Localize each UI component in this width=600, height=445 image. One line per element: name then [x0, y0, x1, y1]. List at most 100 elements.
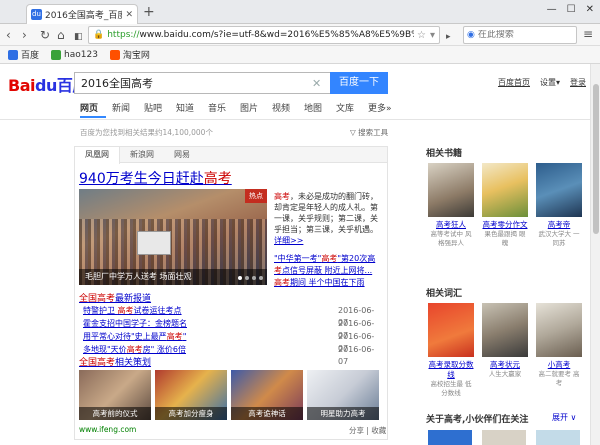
- latest-reports-link[interactable]: 全国高考最新报道: [79, 291, 151, 304]
- book-title: 高考帝: [547, 220, 571, 229]
- news-title-link[interactable]: 霍金支招中国学子：金榜题名: [83, 318, 187, 330]
- link-login[interactable]: 登录: [570, 77, 586, 88]
- carousel-dot[interactable]: [238, 276, 242, 280]
- vertical-scrollbar[interactable]: [590, 64, 600, 445]
- feature-thumb[interactable]: 高考诡神话: [231, 370, 303, 420]
- link-baidu-home[interactable]: 百度首页: [498, 77, 530, 88]
- browser-search-box[interactable]: ◉: [463, 26, 577, 44]
- news-text: 霍金支招中国学子：: [83, 319, 155, 328]
- url-text[interactable]: https://www.baidu.com/s?ie=utf-8&wd=2016…: [107, 30, 414, 40]
- tab-netease[interactable]: 网易: [164, 147, 200, 162]
- search-tools-button[interactable]: ▽ 搜索工具: [350, 127, 388, 138]
- feature-thumb[interactable]: 高考加分瘦身: [155, 370, 227, 420]
- related-link-1[interactable]: "中华第一考"高考"第20次高: [274, 253, 375, 264]
- tab-wenku[interactable]: 文库: [336, 100, 368, 118]
- tab-video[interactable]: 视频: [272, 100, 304, 118]
- summary-highlight: 高考: [274, 192, 290, 201]
- url-path: www.baidu.com/s?ie=utf-8&wd=2016%E5%85%A…: [139, 30, 414, 40]
- tab-sina[interactable]: 新浪网: [120, 147, 164, 162]
- browser-search-input[interactable]: [477, 30, 558, 40]
- word-item[interactable]: 小高考 高二就要考 高考: [536, 303, 582, 388]
- shield-icon[interactable]: ◧: [74, 29, 83, 45]
- tabs-divider: [0, 119, 590, 120]
- address-bar[interactable]: 🔒 https://www.baidu.com/s?ie=utf-8&wd=20…: [88, 26, 440, 44]
- tab-music[interactable]: 音乐: [208, 100, 240, 118]
- funnel-icon: ▽: [350, 128, 356, 137]
- carousel-dots[interactable]: [238, 276, 263, 280]
- share-collect-links[interactable]: 分享 | 收藏: [349, 425, 386, 436]
- tab-news[interactable]: 新闻: [112, 100, 144, 118]
- news-text: 房" 涨价6倍: [142, 345, 186, 354]
- link-settings[interactable]: 设置▾: [540, 77, 560, 88]
- search-engine-logo-icon: ◉: [467, 30, 475, 40]
- bookmarks-bar: 百度 hao123 淘宝网: [0, 46, 600, 64]
- expand-button[interactable]: 展开 ∨: [552, 412, 576, 423]
- book-title: 高考狂人: [436, 220, 466, 229]
- book-item[interactable]: 高考零分作文 果色最跟揭 眼魄: [482, 163, 528, 248]
- tab-bar: du 2016全国高考_百度搜索 ✕ + — ☐ ✕: [0, 0, 600, 24]
- word-item[interactable]: 高考录取分数线 高校招生最 低分数线: [428, 303, 474, 398]
- carousel-dot[interactable]: [259, 276, 263, 280]
- news-row: 用平常心对待"史上最严高考" 2016-06-07: [83, 331, 383, 353]
- card-summary: 高考，未必是成功的翻门砖，却肯定是年轻人的成人礼。第一课，关乎规则；第二课，关乎…: [274, 191, 384, 246]
- book-item[interactable]: 高考狂人 高等考试中 风格强异人: [428, 163, 474, 248]
- browser-tab[interactable]: du 2016全国高考_百度搜索 ✕: [26, 4, 138, 24]
- tab-close-icon[interactable]: ✕: [125, 10, 133, 20]
- tab-web[interactable]: 网页: [80, 100, 106, 118]
- news-title-link[interactable]: 特警护卫 高考试卷运往考点: [83, 305, 182, 317]
- book-item[interactable]: 高考帝 武汉大学大 一同苏: [536, 163, 582, 248]
- bookmark-taobao[interactable]: 淘宝网: [109, 48, 150, 61]
- result-count: 百度为您找到相关结果约14,100,000个: [80, 128, 213, 137]
- reload-icon[interactable]: ↻: [40, 27, 50, 43]
- carousel-dot[interactable]: [245, 276, 249, 280]
- related-link-2[interactable]: 考点信号屏蔽 附近上网将...: [274, 265, 372, 276]
- search-input[interactable]: [74, 72, 330, 94]
- scrollbar-thumb[interactable]: [593, 84, 599, 234]
- back-icon[interactable]: ‹: [6, 27, 11, 43]
- bookmark-hao123[interactable]: hao123: [51, 49, 98, 60]
- tab-more[interactable]: 更多»: [368, 100, 400, 118]
- bookmark-star-icon[interactable]: ☆: [417, 30, 426, 41]
- tab-ifeng[interactable]: 凤凰网: [75, 147, 120, 164]
- menu-icon[interactable]: ≡: [583, 27, 593, 41]
- search-tabs: 网页 新闻 贴吧 知道 音乐 图片 视频 地图 文库 更多»: [80, 100, 400, 118]
- carousel-dot[interactable]: [252, 276, 256, 280]
- dropdown-icon[interactable]: ▾: [430, 30, 435, 41]
- thumb-caption: 高考前的仪式: [79, 407, 151, 420]
- bookmark-baidu[interactable]: 百度: [8, 48, 39, 61]
- word-item[interactable]: 高考状元 人生大赢家: [482, 303, 528, 379]
- related-link-3[interactable]: 高考期间 半个中国在下雨: [274, 277, 365, 288]
- news-title-link[interactable]: 用平常心对待"史上最严高考": [83, 331, 186, 343]
- top-links: 百度首页 设置▾ 登录: [498, 77, 586, 88]
- minimize-icon[interactable]: —: [547, 4, 557, 15]
- section-highlight: 全国高考: [79, 294, 116, 304]
- news-text: 用平常心对待"史上最严: [83, 332, 167, 341]
- word-desc: 高校招生最 低分数线: [430, 380, 472, 397]
- feature-thumb[interactable]: 明星助力高考: [307, 370, 379, 420]
- maximize-icon[interactable]: ☐: [567, 4, 576, 15]
- search-tools-label: 搜索工具: [358, 128, 389, 137]
- clear-icon[interactable]: ✕: [312, 77, 321, 90]
- bookmark-label: hao123: [64, 49, 98, 60]
- search-engine-icon[interactable]: ▸: [446, 29, 451, 45]
- summary-more-link[interactable]: 详细>>: [274, 236, 303, 245]
- search-button[interactable]: 百度一下: [330, 72, 388, 94]
- related-features-link[interactable]: 全国高考相关策划: [79, 355, 151, 368]
- home-icon[interactable]: ⌂: [57, 27, 65, 43]
- hero-image[interactable]: 热点 毛胆厂中学万人送考 场面壮观: [79, 189, 267, 285]
- attention-thumb[interactable]: [428, 430, 472, 445]
- tab-images[interactable]: 图片: [240, 100, 272, 118]
- tab-map[interactable]: 地图: [304, 100, 336, 118]
- forward-icon[interactable]: ›: [22, 27, 27, 43]
- feature-thumb[interactable]: 高考前的仪式: [79, 370, 151, 420]
- book-title: 高考零分作文: [482, 220, 528, 229]
- attention-thumb[interactable]: [482, 430, 526, 445]
- browser-toolbar: ‹ › ↻ ⌂ ◧ 🔒 https://www.baidu.com/s?ie=u…: [0, 24, 600, 46]
- news-highlight: 高考: [126, 345, 143, 354]
- close-window-icon[interactable]: ✕: [586, 4, 594, 15]
- new-tab-button[interactable]: +: [143, 5, 155, 19]
- tab-tieba[interactable]: 贴吧: [144, 100, 176, 118]
- tab-zhidao[interactable]: 知道: [176, 100, 208, 118]
- card-headline-link[interactable]: 940万考生今日赶赴高考: [79, 168, 232, 188]
- attention-thumb[interactable]: [536, 430, 580, 445]
